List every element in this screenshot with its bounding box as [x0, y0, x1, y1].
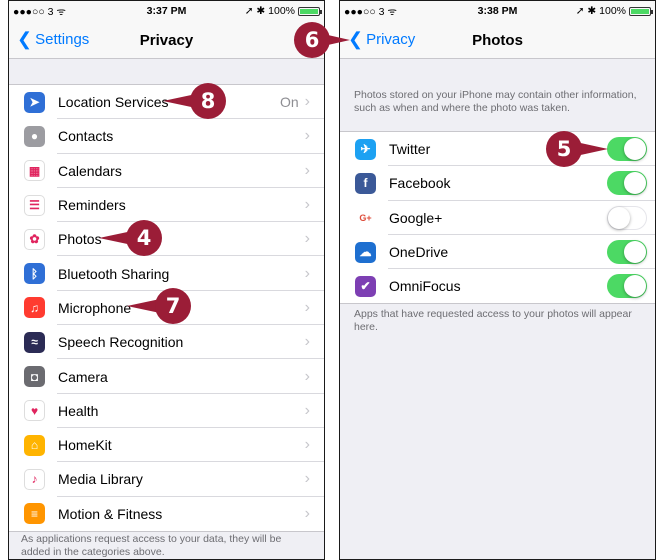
twitter-bird-icon: ✈	[355, 138, 376, 160]
chevron-right-icon: ›	[304, 333, 310, 351]
row-value: On	[279, 94, 299, 111]
privacy-screen: ●●●○○ 3 ᯤ 3:37 PM ➚ ✱ 100% ❮ Settings Pr…	[8, 0, 325, 560]
toggle-knob	[624, 275, 646, 298]
row-label: Speech Recognition	[58, 334, 184, 351]
bluetooth-icon: ᛒ	[24, 263, 45, 285]
privacy-item-location-services[interactable]: ➤ Location Services On ›	[9, 85, 324, 120]
photos-app-list: ✈ Twitter f Facebook G+ Google+ ☁ OneDrive ✔ Omni…	[340, 131, 655, 305]
microphone-icon: ♫	[24, 297, 45, 319]
omnifocus-check-icon: ✔	[355, 275, 376, 297]
privacy-footer: As applications request access to your d…	[21, 533, 282, 558]
callout-4: 4	[126, 220, 162, 256]
chevron-right-icon: ›	[304, 93, 310, 111]
privacy-item-speech-recognition[interactable]: ≈ Speech Recognition ›	[9, 325, 324, 360]
chevron-right-icon: ›	[304, 504, 310, 522]
privacy-item-homekit[interactable]: ⌂ HomeKit ›	[9, 428, 324, 463]
chevron-right-icon: ›	[304, 161, 310, 179]
nav-bar: ❮ Privacy Photos	[340, 21, 655, 59]
photos-access-toggle[interactable]	[607, 239, 647, 264]
photos-header-text: Photos stored on your iPhone may contain…	[354, 89, 637, 114]
photos-app-twitter: ✈ Twitter	[340, 132, 655, 167]
toggle-knob	[608, 206, 630, 229]
photos-app-facebook: f Facebook	[340, 166, 655, 201]
privacy-item-media-library[interactable]: ♪ Media Library ›	[9, 462, 324, 497]
photos-access-toggle[interactable]	[607, 171, 647, 196]
privacy-item-health[interactable]: ♥ Health ›	[9, 394, 324, 429]
health-heart-icon: ♥	[24, 400, 45, 422]
nav-bar: ❮ Settings Privacy	[9, 21, 324, 59]
siri-icon: ≈	[24, 331, 45, 353]
status-right: ➚ ✱ 100%	[244, 5, 322, 17]
row-label: Reminders	[58, 197, 126, 214]
google-plus-icon: G+	[355, 207, 376, 229]
privacy-item-photos[interactable]: ✿ Photos ›	[9, 222, 324, 257]
privacy-item-bluetooth-sharing[interactable]: ᛒ Bluetooth Sharing ›	[9, 256, 324, 292]
homekit-icon: ⌂	[24, 434, 45, 456]
row-label: Location Services	[58, 94, 169, 111]
privacy-item-contacts[interactable]: ● Contacts ›	[9, 119, 324, 154]
battery-icon	[298, 6, 322, 16]
facebook-icon: f	[355, 172, 376, 194]
battery-text: ➚ ✱ 100%	[575, 5, 626, 17]
page-title: Privacy	[139, 32, 194, 49]
privacy-item-calendars[interactable]: ▦ Calendars ›	[9, 154, 324, 189]
privacy-item-motion-fitness[interactable]: ≡ Motion & Fitness ›	[9, 497, 324, 531]
contacts-icon: ●	[24, 125, 45, 147]
chevron-right-icon: ›	[304, 367, 310, 385]
chevron-right-icon: ›	[304, 264, 310, 282]
photos-access-toggle[interactable]	[607, 205, 647, 230]
row-label: Bluetooth Sharing	[58, 265, 170, 282]
row-label: Health	[58, 402, 99, 419]
reminders-icon: ☰	[24, 194, 45, 216]
status-right: ➚ ✱ 100%	[575, 5, 653, 17]
photos-app-omnifocus: ✔ OmniFocus	[340, 269, 655, 303]
photos-access-toggle[interactable]	[607, 137, 647, 161]
status-bar: ●●●○○ 3 ᯤ 3:37 PM ➚ ✱ 100%	[9, 1, 324, 21]
photos-app-google-: G+ Google+	[340, 201, 655, 236]
chevron-right-icon: ›	[304, 230, 310, 248]
photos-flower-icon: ✿	[24, 228, 45, 250]
photos-footer: Apps that have requested access to your …	[354, 308, 632, 333]
onedrive-cloud-icon: ☁	[355, 241, 376, 263]
chevron-right-icon: ›	[304, 196, 310, 214]
toggle-knob	[624, 240, 646, 263]
chevron-right-icon: ›	[304, 401, 310, 419]
privacy-item-camera[interactable]: ◘ Camera ›	[9, 359, 324, 394]
chevron-right-icon: ›	[304, 298, 310, 316]
callout-7: 7	[155, 288, 191, 324]
toggle-knob	[624, 172, 646, 195]
privacy-item-reminders[interactable]: ☰ Reminders ›	[9, 188, 324, 223]
calendar-icon: ▦	[24, 160, 45, 182]
chevron-right-icon: ›	[304, 436, 310, 454]
photos-app-onedrive: ☁ OneDrive	[340, 235, 655, 270]
row-label: Camera	[58, 368, 108, 385]
photos-screen: ●●●○○ 3 ᯤ 3:38 PM ➚ ✱ 100% ❮ Privacy Pho…	[339, 0, 656, 560]
page-title: Photos	[472, 32, 523, 49]
motion-fitness-icon: ≡	[24, 503, 45, 525]
chevron-right-icon: ›	[304, 127, 310, 145]
callout-5: 5	[546, 131, 582, 167]
camera-icon: ◘	[24, 366, 45, 388]
battery-text: ➚ ✱ 100%	[244, 5, 295, 17]
row-label: Calendars	[58, 162, 122, 179]
photos-access-toggle[interactable]	[607, 274, 647, 299]
callout-8: 8	[190, 83, 226, 119]
row-label: Media Library	[58, 471, 143, 488]
chevron-right-icon: ›	[304, 470, 310, 488]
row-label: Contacts	[58, 128, 114, 145]
row-label: Photos	[58, 231, 102, 248]
row-label: Motion & Fitness	[58, 505, 163, 522]
battery-icon	[629, 6, 653, 16]
callout-6: 6	[294, 22, 330, 58]
toggle-knob	[624, 138, 646, 160]
location-arrow-icon: ➤	[24, 91, 45, 113]
music-note-icon: ♪	[24, 468, 45, 490]
status-bar: ●●●○○ 3 ᯤ 3:38 PM ➚ ✱ 100%	[340, 1, 655, 21]
row-label: HomeKit	[58, 437, 112, 454]
